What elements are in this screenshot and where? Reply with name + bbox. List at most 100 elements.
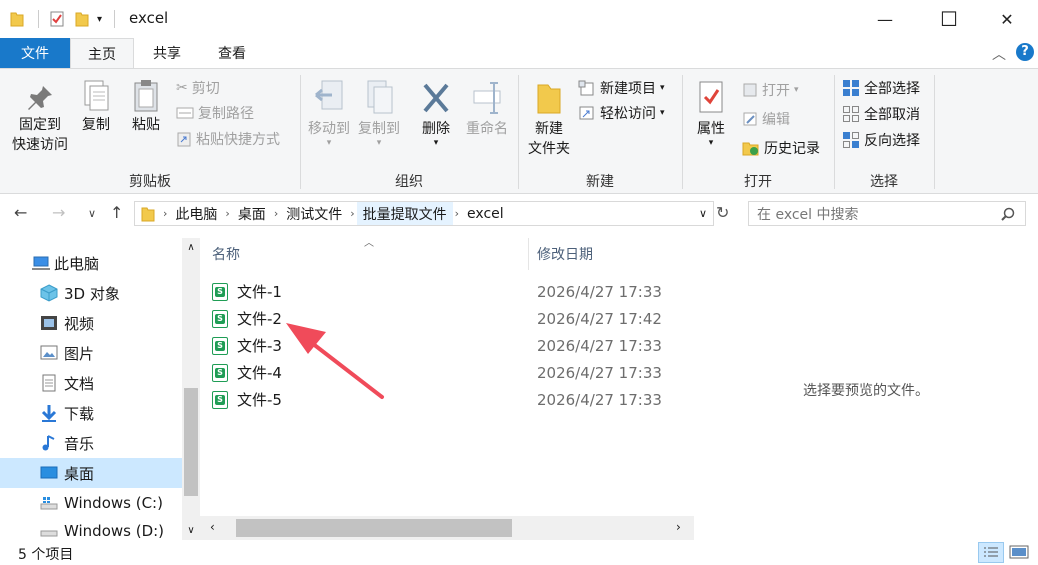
nav-item-documents[interactable]: 文档: [0, 368, 182, 398]
tab-view[interactable]: 查看: [200, 38, 264, 68]
file-date: 2026/4/27 17:33: [537, 282, 662, 301]
file-name: 文件-1: [237, 283, 282, 301]
preview-pane: 选择要预览的文件。: [694, 238, 1038, 540]
nav-item-downloads[interactable]: 下载: [0, 398, 182, 428]
pictures-icon: [40, 345, 58, 360]
open-button[interactable]: 打开 ▾: [742, 78, 799, 102]
close-button[interactable]: ✕: [984, 0, 1030, 38]
group-label-new: 新建: [586, 174, 614, 190]
select-all-button[interactable]: 全部选择: [842, 76, 920, 100]
nav-item-this-pc[interactable]: 此电脑: [0, 248, 182, 278]
desktop-icon: [40, 466, 58, 479]
copy-button[interactable]: 复制: [76, 79, 116, 135]
up-arrow-icon[interactable]: ↑: [110, 203, 123, 222]
scroll-down-icon[interactable]: ∨: [182, 525, 200, 536]
breadcrumb-test-files[interactable]: 测试文件: [280, 202, 348, 225]
breadcrumb-separator-icon: ›: [163, 207, 168, 220]
address-dropdown-chevron-icon[interactable]: ∨: [699, 207, 707, 220]
history-button[interactable]: 历史记录: [742, 136, 820, 160]
rename-icon: [473, 82, 501, 114]
scroll-left-icon[interactable]: ‹: [210, 520, 215, 534]
invert-selection-button[interactable]: 反向选择: [842, 128, 920, 152]
nav-scrollbar[interactable]: ∧ ∨: [182, 238, 200, 540]
file-name: 文件-3: [237, 337, 282, 355]
nav-item-3d-objects[interactable]: 3D 对象: [0, 278, 182, 308]
file-date: 2026/4/27 17:33: [537, 336, 662, 355]
rename-button[interactable]: 重命名: [460, 79, 514, 139]
breadcrumb-excel[interactable]: excel: [461, 202, 510, 225]
window-title: excel: [129, 9, 169, 27]
list-scrollbar-thumb[interactable]: [236, 519, 512, 537]
file-name: 文件-5: [237, 391, 282, 409]
breadcrumb-separator-icon: ›: [454, 207, 460, 220]
status-bar: 5 个项目: [0, 540, 1038, 565]
tab-share[interactable]: 共享: [136, 38, 198, 68]
nav-item-music[interactable]: 音乐: [0, 428, 182, 458]
file-row[interactable]: S 文件-1 2026/4/27 17:33: [212, 278, 682, 305]
file-date: 2026/4/27 17:33: [537, 363, 662, 382]
properties-dropdown-icon: ▾: [708, 138, 714, 148]
move-to-icon: [315, 80, 343, 110]
music-note-icon: [42, 435, 55, 451]
breadcrumb-batch-extract[interactable]: 批量提取文件: [356, 202, 453, 225]
copy-to-button[interactable]: 复制到 ▾: [354, 79, 404, 148]
address-box[interactable]: › 此电脑 › 桌面 › 测试文件 › 批量提取文件 › excel ∨: [134, 201, 714, 226]
scroll-up-icon[interactable]: ∧: [182, 242, 200, 253]
delete-button[interactable]: 删除 ▾: [414, 79, 458, 148]
paste-button[interactable]: 粘贴: [126, 79, 166, 135]
breadcrumb-desktop[interactable]: 桌面: [232, 202, 272, 225]
nav-item-drive-c[interactable]: Windows (C:): [0, 488, 182, 518]
new-folder-quick-icon[interactable]: [75, 10, 89, 28]
help-icon[interactable]: ?: [1016, 43, 1034, 61]
large-icons-view-button[interactable]: [1008, 543, 1030, 565]
refresh-icon[interactable]: ↻: [716, 203, 729, 222]
new-item-button[interactable]: 新建项目 ▾: [578, 76, 665, 100]
forward-arrow-icon[interactable]: →: [52, 203, 65, 222]
video-film-icon: [41, 316, 57, 330]
cut-button[interactable]: ✂ 剪切: [176, 76, 220, 100]
nav-scrollbar-thumb[interactable]: [184, 388, 198, 496]
invert-selection-icon: [843, 132, 859, 148]
search-input[interactable]: 在 excel 中搜索: [748, 201, 1026, 226]
documents-icon: [42, 374, 56, 392]
maximize-button[interactable]: ☐: [926, 0, 972, 38]
column-header-name[interactable]: 名称: [212, 244, 240, 264]
item-count: 5 个项目: [18, 547, 74, 563]
nav-item-desktop[interactable]: 桌面: [0, 458, 182, 488]
customize-dropdown-icon[interactable]: ▾: [97, 14, 102, 25]
excel-file-icon: S: [212, 390, 228, 409]
edit-button[interactable]: 编辑: [742, 107, 790, 131]
breadcrumb-this-pc[interactable]: 此电脑: [169, 202, 223, 225]
open-icon: [743, 83, 757, 97]
recent-locations-chevron-icon[interactable]: ∨: [88, 207, 96, 220]
minimize-button[interactable]: —: [862, 0, 908, 38]
list-horizontal-scrollbar[interactable]: ‹ ›: [200, 516, 694, 540]
tab-home[interactable]: 主页: [70, 38, 134, 68]
new-folder-button[interactable]: 新建 文件夹: [522, 79, 576, 159]
paste-shortcut-icon: [177, 132, 191, 147]
column-header-date[interactable]: 修改日期: [537, 244, 593, 264]
select-none-button[interactable]: 全部取消: [842, 102, 920, 126]
scroll-right-icon[interactable]: ›: [676, 520, 681, 534]
open-dropdown-icon: ▾: [794, 85, 799, 95]
nav-item-videos[interactable]: 视频: [0, 308, 182, 338]
collapse-ribbon-icon[interactable]: ︿: [992, 44, 1006, 64]
back-arrow-icon[interactable]: ←: [14, 203, 27, 222]
title-bar: ▾ excel — ☐ ✕: [0, 0, 1038, 38]
paste-shortcut-button[interactable]: 粘贴快捷方式: [176, 127, 280, 151]
excel-file-icon: S: [212, 336, 228, 355]
nav-item-drive-d[interactable]: Windows (D:): [0, 518, 182, 540]
easy-access-button[interactable]: 轻松访问 ▾: [578, 101, 665, 125]
drive-icon: [40, 530, 58, 537]
nav-item-pictures[interactable]: 图片: [0, 338, 182, 368]
pin-quick-access-button[interactable]: 固定到 快速访问: [6, 83, 74, 155]
select-none-icon: [843, 106, 859, 122]
details-view-button[interactable]: [978, 542, 1004, 563]
tab-file[interactable]: 文件: [0, 38, 70, 68]
properties-check-icon[interactable]: [49, 10, 65, 28]
properties-button[interactable]: 属性 ▾: [688, 79, 734, 148]
move-to-button[interactable]: 移动到 ▾: [304, 79, 354, 148]
folder-icon: [141, 207, 155, 221]
copy-path-button[interactable]: 复制路径: [176, 101, 254, 125]
properties-icon: [699, 81, 723, 113]
